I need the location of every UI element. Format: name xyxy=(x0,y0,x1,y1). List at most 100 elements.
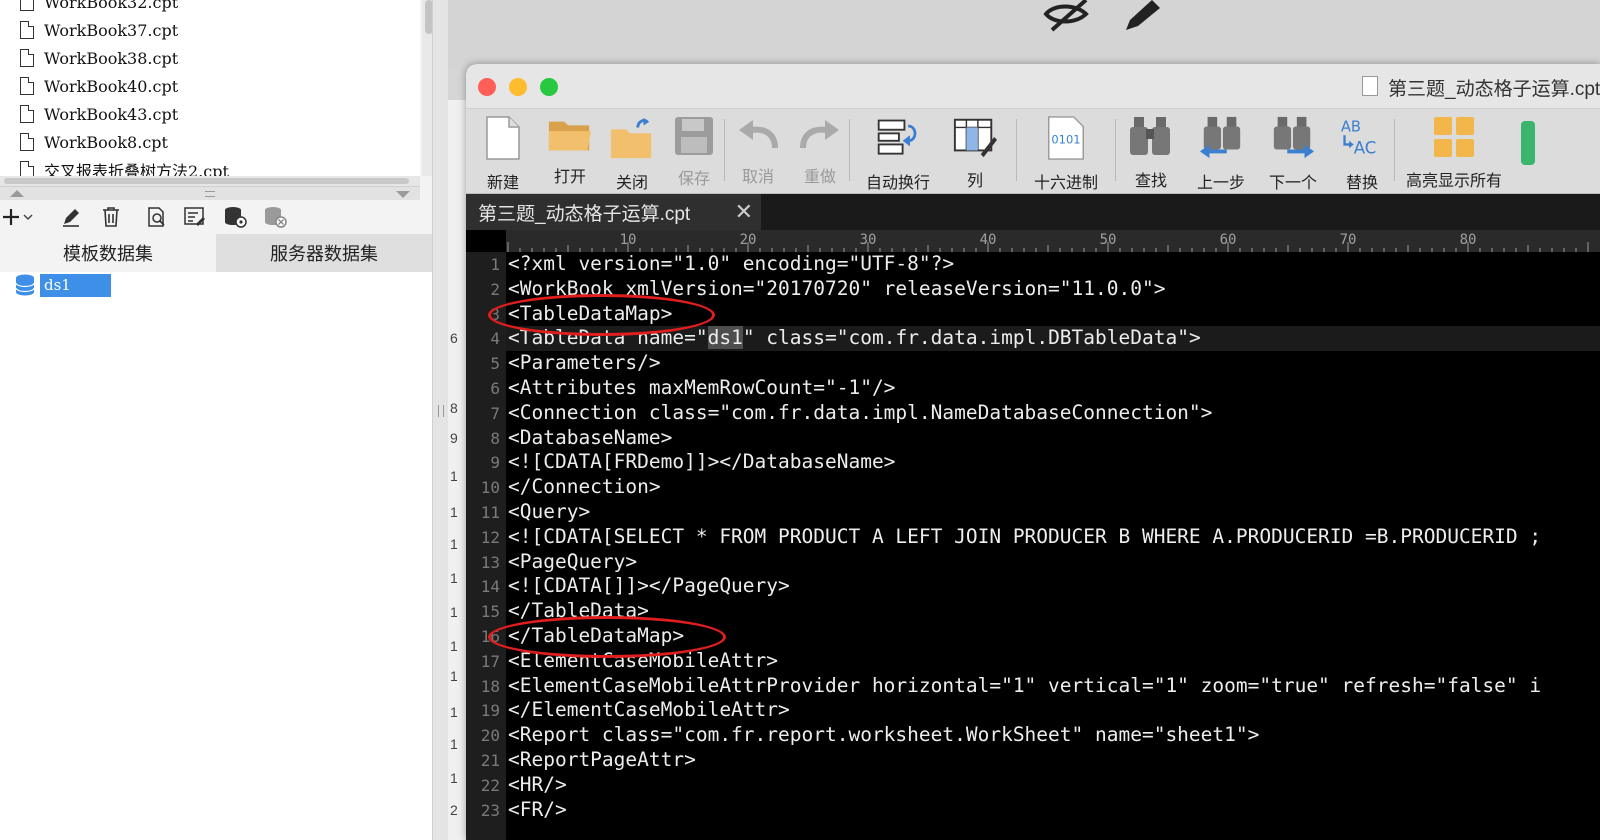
code-line[interactable]: <Connection class="com.fr.data.impl.Name… xyxy=(508,401,1212,426)
overflow-green-icon[interactable] xyxy=(1521,121,1535,165)
replace-button[interactable]: AB AC 替换 xyxy=(1330,109,1394,192)
code-line[interactable]: <FR/> xyxy=(508,798,567,823)
file-icon xyxy=(20,0,34,11)
background-row-header: 6 8 9 1 1 1 1 1 1 1 1 1 1 2 xyxy=(448,100,467,840)
ruler-label: 70 xyxy=(1340,232,1357,248)
window-close-button[interactable] xyxy=(478,78,496,96)
code-area[interactable]: <?xml version="1.0" encoding="UTF-8"?> <W… xyxy=(488,252,1600,840)
code-line[interactable]: <Attributes maxMemRowCount="-1"/> xyxy=(508,376,895,401)
highlighted-token: ds1 xyxy=(707,326,743,350)
code-line[interactable]: <HR/> xyxy=(508,773,567,798)
file-list-item[interactable]: WorkBook43.cpt xyxy=(0,100,420,128)
column-button[interactable]: 列 xyxy=(946,109,1004,190)
line-number: 11 xyxy=(480,503,500,522)
splitter-handle-icon[interactable] xyxy=(438,405,444,417)
open-button[interactable]: 打开 xyxy=(540,109,600,187)
file-name: WorkBook38.cpt xyxy=(44,48,179,68)
save-button[interactable]: 保存 xyxy=(664,109,724,188)
line-number: 13 xyxy=(480,552,500,572)
line-number: 8 xyxy=(490,428,500,448)
code-line[interactable]: <ElementCaseMobileAttrProvider horizonta… xyxy=(508,674,1541,699)
background-row-number: 1 xyxy=(450,638,458,654)
background-row-number: 1 xyxy=(450,570,458,586)
find-label: 查找 xyxy=(1134,173,1167,190)
undo-button[interactable]: 取消 xyxy=(725,109,791,187)
file-tab[interactable]: 第三题_动态格子运算.cpt ✕ xyxy=(466,194,761,230)
vertical-splitter[interactable] xyxy=(432,0,449,840)
tab-template-datasets[interactable]: 模板数据集 xyxy=(0,234,216,272)
code-line[interactable]: <ReportPageAttr> xyxy=(508,748,696,773)
code-line[interactable]: <![CDATA[]]></PageQuery> xyxy=(508,574,790,599)
tab-server-datasets[interactable]: 服务器数据集 xyxy=(216,234,432,272)
redo-button[interactable]: 重做 xyxy=(791,109,849,187)
database-disabled-icon[interactable] xyxy=(260,204,290,230)
code-line[interactable]: <![CDATA[FRDemo]]></DatabaseName> xyxy=(508,450,895,475)
left-pane: WorkBook32.cpt WorkBook37.cpt WorkBook38.c… xyxy=(0,0,440,840)
dataset-toolbar xyxy=(0,200,432,234)
column-label: 列 xyxy=(966,173,983,190)
code-line[interactable]: <DatabaseName> xyxy=(508,426,672,451)
delete-trash-icon[interactable] xyxy=(96,204,126,230)
code-line[interactable]: <PageQuery> xyxy=(508,550,637,575)
add-dataset-icon[interactable] xyxy=(0,204,22,230)
find-previous-label: 上一步 xyxy=(1196,175,1245,192)
file-list-item[interactable]: WorkBook37.cpt xyxy=(0,16,420,44)
pane-splitter[interactable] xyxy=(0,186,420,201)
preview-dataset-icon[interactable] xyxy=(142,204,172,230)
file-name: WorkBook40.cpt xyxy=(44,76,179,96)
word-wrap-button[interactable]: 自动换行 xyxy=(850,109,946,192)
code-line[interactable]: </Connection> xyxy=(508,475,661,500)
code-line[interactable]: </ElementCaseMobileAttr> xyxy=(508,698,790,723)
window-zoom-button[interactable] xyxy=(540,78,558,96)
collapse-down-icon[interactable] xyxy=(396,191,410,198)
collapse-up-icon[interactable] xyxy=(10,190,24,197)
database-settings-icon[interactable] xyxy=(220,204,250,230)
replace-icon: AB AC xyxy=(1341,119,1376,158)
column-icon xyxy=(953,118,998,158)
code-line[interactable]: <?xml version="1.0" encoding="UTF-8"?> xyxy=(508,252,954,277)
file-list-h-scrollbar[interactable] xyxy=(0,176,420,186)
editor-toolbar: 新建 打开 关闭 保存 取消 重做 自动换行 列 0101 十六进制 查找 上一… xyxy=(466,109,1600,194)
new-file-icon xyxy=(486,116,520,160)
dataset-item[interactable]: ds1 xyxy=(14,272,111,298)
document-icon xyxy=(1362,76,1378,96)
find-next-button[interactable]: 下一个 xyxy=(1256,109,1330,192)
text-editor-window: 第三题_动态格子运算.cpt 新建 打开 关闭 保存 取消 重做 自动换行 列 … xyxy=(466,64,1600,840)
edit-pencil-icon[interactable] xyxy=(56,204,86,230)
line-number: 17 xyxy=(480,651,500,671)
h-scrollbar-thumb[interactable] xyxy=(4,178,409,184)
background-row-number: 2 xyxy=(450,802,458,818)
dataset-tabs: 模板数据集 服务器数据集 xyxy=(0,234,432,272)
file-tab-label: 第三题_动态格子运算.cpt xyxy=(478,203,691,225)
file-list-item[interactable]: 交叉报表折叠树方法2.cpt xyxy=(0,156,420,176)
code-line[interactable]: <Report class="com.fr.report.worksheet.W… xyxy=(508,723,1259,748)
tab-close-icon[interactable]: ✕ xyxy=(735,199,753,225)
hex-button[interactable]: 0101 十六进制 xyxy=(1017,109,1115,192)
file-list-item[interactable]: WorkBook8.cpt xyxy=(0,128,420,156)
save-label: 保存 xyxy=(677,171,710,188)
code-line[interactable]: <Parameters/> xyxy=(508,351,661,376)
new-button[interactable]: 新建 xyxy=(466,109,540,192)
word-wrap-icon xyxy=(877,119,917,155)
close-button[interactable]: 关闭 xyxy=(600,109,664,192)
edit-sql-icon[interactable] xyxy=(180,204,210,230)
file-list-item[interactable]: WorkBook32.cpt xyxy=(0,0,420,16)
splitter-grip-icon[interactable] xyxy=(205,191,215,197)
background-row-number: 1 xyxy=(450,770,458,786)
background-row-number: 6 xyxy=(450,330,458,346)
ruler-label: 20 xyxy=(740,232,757,248)
background-row-number: 1 xyxy=(450,504,458,520)
code-line[interactable]: <![CDATA[SELECT * FROM PRODUCT A LEFT JO… xyxy=(508,525,1541,550)
line-number: 12 xyxy=(480,527,500,547)
find-button[interactable]: 查找 xyxy=(1116,109,1186,190)
file-list-item[interactable]: WorkBook40.cpt xyxy=(0,72,420,100)
line-number: 20 xyxy=(480,726,500,746)
add-dropdown-chevron-icon[interactable] xyxy=(22,204,34,230)
code-line[interactable]: <Query> xyxy=(508,500,590,525)
window-minimize-button[interactable] xyxy=(509,78,527,96)
ruler-label: 30 xyxy=(860,232,877,248)
highlight-all-button[interactable]: 高亮显示所有 xyxy=(1395,109,1513,190)
file-list-item[interactable]: WorkBook38.cpt xyxy=(0,44,420,72)
find-previous-button[interactable]: 上一步 xyxy=(1186,109,1256,192)
open-folder-icon xyxy=(548,121,592,151)
